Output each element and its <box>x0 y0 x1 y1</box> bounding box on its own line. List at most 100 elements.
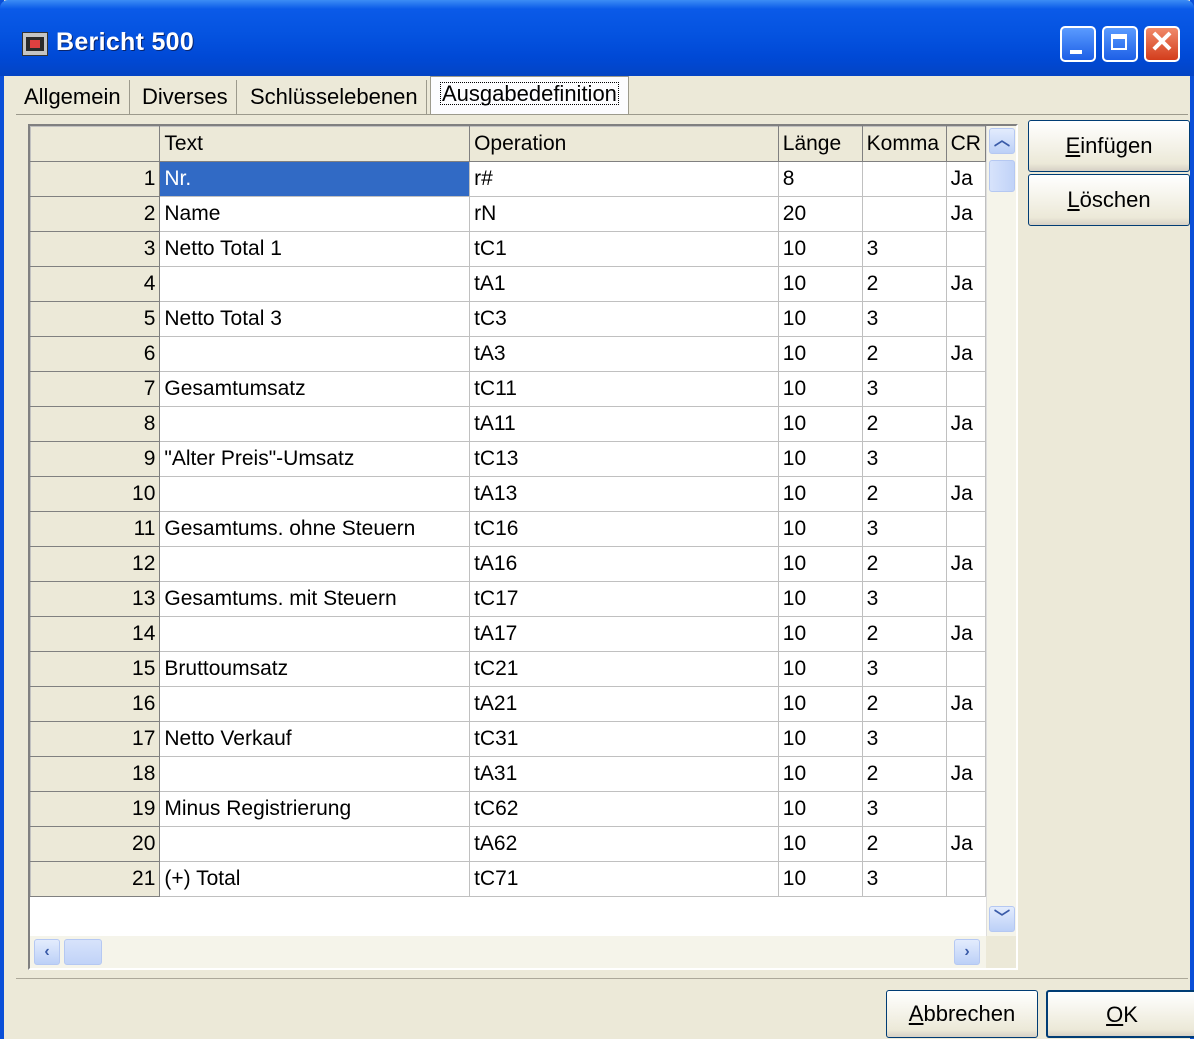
column-header-komma[interactable]: Komma <box>861 126 947 162</box>
abbrechen-button[interactable]: Abbrechen <box>886 990 1038 1038</box>
cell-cr[interactable]: Ja <box>945 756 986 792</box>
table-row[interactable]: 13 Gesamtums. mit Steuern tC17 10 3 <box>30 581 986 617</box>
cell-text[interactable]: Gesamtums. mit Steuern <box>159 581 471 617</box>
cell-text[interactable] <box>159 546 471 582</box>
cell-laenge[interactable]: 20 <box>777 196 863 232</box>
table-row[interactable]: 9 "Alter Preis"-Umsatz tC13 10 3 <box>30 441 986 477</box>
horizontal-scrollbar[interactable]: ‹ › <box>30 936 986 968</box>
loeschen-button[interactable]: Löschen <box>1028 174 1190 226</box>
cell-laenge[interactable]: 10 <box>777 441 863 477</box>
cell-text[interactable]: Netto Total 3 <box>159 301 471 337</box>
cell-operation[interactable]: tA1 <box>469 266 779 302</box>
table-row[interactable]: 16 tA21 10 2 Ja <box>30 686 986 722</box>
table-row[interactable]: 15 Bruttoumsatz tC21 10 3 <box>30 651 986 687</box>
close-button[interactable]: ✕ <box>1144 26 1180 62</box>
cell-cr[interactable]: Ja <box>945 336 986 372</box>
cell-cr[interactable] <box>945 301 986 337</box>
cell-cr[interactable] <box>945 441 986 477</box>
cell-laenge[interactable]: 10 <box>777 861 863 897</box>
cell-komma[interactable] <box>861 196 947 232</box>
cell-laenge[interactable]: 10 <box>777 581 863 617</box>
row-header[interactable]: 7 <box>30 371 161 407</box>
cell-text[interactable] <box>159 476 471 512</box>
cell-cr[interactable]: Ja <box>945 826 986 862</box>
cell-komma[interactable]: 2 <box>861 546 947 582</box>
row-header[interactable]: 3 <box>30 231 161 267</box>
cell-laenge[interactable]: 10 <box>777 336 863 372</box>
cell-laenge[interactable]: 10 <box>777 231 863 267</box>
cell-operation[interactable]: tA13 <box>469 476 779 512</box>
cell-komma[interactable]: 2 <box>861 336 947 372</box>
cell-text[interactable]: Nr. <box>159 161 471 197</box>
table-row[interactable]: 10 tA13 10 2 Ja <box>30 476 986 512</box>
row-header[interactable]: 13 <box>30 581 161 617</box>
table-row[interactable]: 5 Netto Total 3 tC3 10 3 <box>30 301 986 337</box>
table-row[interactable]: 14 tA17 10 2 Ja <box>30 616 986 652</box>
vertical-scrollbar[interactable]: ︿ ﹀ <box>986 126 1016 936</box>
scroll-left-button[interactable]: ‹ <box>34 939 60 965</box>
cell-laenge[interactable]: 10 <box>777 791 863 827</box>
table-row[interactable]: 18 tA31 10 2 Ja <box>30 756 986 792</box>
cell-operation[interactable]: tC17 <box>469 581 779 617</box>
cell-operation[interactable]: tC71 <box>469 861 779 897</box>
row-header[interactable]: 12 <box>30 546 161 582</box>
cell-komma[interactable]: 2 <box>861 826 947 862</box>
row-header[interactable]: 16 <box>30 686 161 722</box>
cell-laenge[interactable]: 10 <box>777 616 863 652</box>
cell-operation[interactable]: tA17 <box>469 616 779 652</box>
cell-text[interactable]: Netto Verkauf <box>159 721 471 757</box>
column-header-operation[interactable]: Operation <box>469 126 779 162</box>
cell-komma[interactable]: 3 <box>861 791 947 827</box>
column-header-laenge[interactable]: Länge <box>777 126 863 162</box>
cell-cr[interactable]: Ja <box>945 476 986 512</box>
cell-cr[interactable]: Ja <box>945 161 986 197</box>
cell-cr[interactable]: Ja <box>945 616 986 652</box>
cell-text[interactable] <box>159 826 471 862</box>
tab-schluesselebenen[interactable]: Schlüsselebenen <box>242 80 427 114</box>
cell-komma[interactable]: 3 <box>861 581 947 617</box>
cell-text[interactable]: Name <box>159 196 471 232</box>
cell-text[interactable]: "Alter Preis"-Umsatz <box>159 441 471 477</box>
row-header[interactable]: 15 <box>30 651 161 687</box>
column-header-text[interactable]: Text <box>159 126 471 162</box>
vertical-scroll-thumb[interactable] <box>989 160 1015 192</box>
table-row[interactable]: 17 Netto Verkauf tC31 10 3 <box>30 721 986 757</box>
cell-komma[interactable]: 3 <box>861 511 947 547</box>
cell-laenge[interactable]: 8 <box>777 161 863 197</box>
cell-operation[interactable]: tA21 <box>469 686 779 722</box>
maximize-button[interactable] <box>1102 26 1138 62</box>
tab-ausgabedefinition[interactable]: Ausgabedefinition <box>430 76 629 114</box>
column-header-cr[interactable]: CR <box>945 126 986 162</box>
cell-operation[interactable]: rN <box>469 196 779 232</box>
cell-cr[interactable] <box>945 791 986 827</box>
cell-cr[interactable] <box>945 231 986 267</box>
row-header[interactable]: 5 <box>30 301 161 337</box>
row-header[interactable]: 4 <box>30 266 161 302</box>
table-row[interactable]: 4 tA1 10 2 Ja <box>30 266 986 302</box>
table-row[interactable]: 3 Netto Total 1 tC1 10 3 <box>30 231 986 267</box>
scroll-right-button[interactable]: › <box>954 939 980 965</box>
cell-laenge[interactable]: 10 <box>777 371 863 407</box>
cell-laenge[interactable]: 10 <box>777 511 863 547</box>
row-header[interactable]: 6 <box>30 336 161 372</box>
table-row[interactable]: 1 Nr. r# 8 Ja <box>30 161 986 197</box>
horizontal-scroll-thumb[interactable] <box>64 939 102 965</box>
cell-operation[interactable]: tC13 <box>469 441 779 477</box>
cell-operation[interactable]: tC3 <box>469 301 779 337</box>
cell-komma[interactable]: 2 <box>861 686 947 722</box>
cell-komma[interactable]: 2 <box>861 476 947 512</box>
cell-cr[interactable] <box>945 721 986 757</box>
cell-cr[interactable]: Ja <box>945 686 986 722</box>
table-row[interactable]: 2 Name rN 20 Ja <box>30 196 986 232</box>
output-definition-grid[interactable]: Text Operation Länge Komma CR 1 Nr. r# 8 Ja 2… <box>28 124 1018 970</box>
cell-text[interactable] <box>159 616 471 652</box>
cell-operation[interactable]: r# <box>469 161 779 197</box>
cell-komma[interactable]: 3 <box>861 231 947 267</box>
cell-komma[interactable]: 3 <box>861 861 947 897</box>
cell-operation[interactable]: tC11 <box>469 371 779 407</box>
cell-cr[interactable] <box>945 511 986 547</box>
cell-text[interactable] <box>159 266 471 302</box>
cell-laenge[interactable]: 10 <box>777 756 863 792</box>
cell-komma[interactable]: 3 <box>861 371 947 407</box>
row-header[interactable]: 17 <box>30 721 161 757</box>
